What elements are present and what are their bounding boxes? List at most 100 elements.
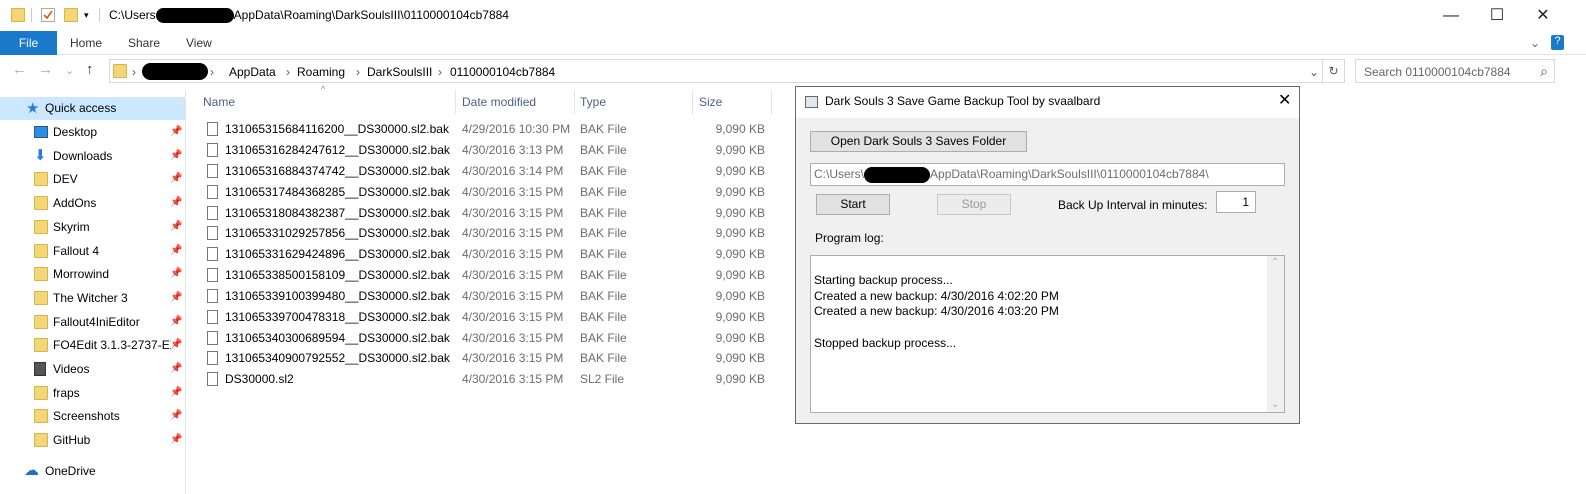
file-icon [207, 289, 218, 303]
tab-file[interactable]: File [0, 31, 57, 55]
scroll-up-icon[interactable]: ⌃ [1271, 257, 1279, 268]
file-row[interactable]: 131065331029257856__DS30000.sl2.bak 4/30/… [188, 223, 778, 244]
column-header-date-modified[interactable]: Date modified [462, 95, 536, 109]
column-header-name[interactable]: Name [203, 95, 235, 109]
sidebar-item-fallout-4[interactable]: Fallout 4 📌 [0, 240, 185, 263]
column-header-size[interactable]: Size [699, 95, 722, 109]
scroll-down-icon[interactable]: ⌄ [1271, 399, 1279, 410]
breadcrumb-separator: › [132, 65, 136, 79]
sidebar-item-the-witcher-3[interactable]: The Witcher 3 📌 [0, 287, 185, 310]
properties-icon[interactable] [41, 8, 55, 22]
pin-icon[interactable]: 📌 [170, 363, 182, 374]
pin-icon[interactable]: 📌 [170, 292, 182, 303]
tab-home[interactable]: Home [70, 31, 102, 55]
file-row[interactable]: 131065339100399480__DS30000.sl2.bak 4/30/… [188, 286, 778, 307]
sidebar-item-desktop[interactable]: Desktop 📌 [0, 121, 185, 144]
close-button[interactable]: ✕ [1520, 0, 1566, 31]
stop-button[interactable]: Stop [937, 194, 1011, 215]
column-divider[interactable] [455, 90, 456, 114]
customize-toolbar-icon[interactable]: ▾ [84, 10, 98, 24]
breadcrumb-appdata[interactable]: AppData [229, 65, 276, 79]
sidebar-item-downloads[interactable]: ⬇ Downloads 📌 [0, 145, 185, 168]
sidebar-item-skyrim[interactable]: Skyrim 📌 [0, 216, 185, 239]
start-button[interactable]: Start [816, 194, 890, 215]
file-row[interactable]: 131065338500158109__DS30000.sl2.bak 4/30/… [188, 265, 778, 286]
recent-locations-icon[interactable]: ⌄ [65, 64, 74, 77]
file-row[interactable]: 131065339700478318__DS30000.sl2.bak 4/30/… [188, 307, 778, 328]
new-folder-icon[interactable] [64, 8, 78, 22]
file-row[interactable]: 131065316884374742__DS30000.sl2.bak 4/30/… [188, 161, 778, 182]
pin-icon[interactable]: 📌 [170, 150, 182, 161]
file-type: SL2 File [580, 372, 625, 386]
tab-share[interactable]: Share [128, 31, 160, 55]
pin-icon[interactable]: 📌 [170, 126, 182, 137]
refresh-button[interactable]: ↻ [1323, 59, 1345, 83]
expand-ribbon-icon[interactable]: ⌄ [1530, 31, 1540, 55]
log-line: Created a new backup: 4/30/2016 4:03:20 … [814, 304, 1059, 318]
column-divider[interactable] [771, 90, 772, 114]
minimize-button[interactable]: — [1428, 0, 1474, 31]
file-date: 4/30/2016 3:14 PM [462, 164, 564, 178]
search-input[interactable]: Search 0110000104cb7884 ⌕ [1355, 59, 1555, 83]
program-log[interactable]: Starting backup process... Created a new… [810, 255, 1285, 413]
log-scrollbar[interactable]: ⌃ ⌄ [1267, 256, 1284, 412]
sidebar-item-fo4edit[interactable]: FO4Edit 3.1.3-2737-EX 📌 [0, 334, 185, 357]
open-saves-folder-button[interactable]: Open Dark Souls 3 Saves Folder [810, 131, 1027, 152]
pin-icon[interactable]: 📌 [170, 316, 182, 327]
help-icon[interactable]: ? [1551, 35, 1564, 50]
file-row[interactable]: 131065317484368285__DS30000.sl2.bak 4/30/… [188, 182, 778, 203]
forward-button[interactable]: → [38, 61, 53, 78]
pin-icon[interactable]: 📌 [170, 387, 182, 398]
sidebar-item-screenshots[interactable]: Screenshots 📌 [0, 405, 185, 428]
pin-icon[interactable]: 📌 [170, 221, 182, 232]
file-type: BAK File [580, 247, 627, 261]
sidebar-item-fraps[interactable]: fraps 📌 [0, 382, 185, 405]
breadcrumb-darksoulsiii[interactable]: DarkSoulsIII [367, 65, 432, 79]
column-header-type[interactable]: Type [580, 95, 606, 109]
file-row[interactable]: 131065340900792552__DS30000.sl2.bak 4/30/… [188, 348, 778, 369]
sidebar-item-addons[interactable]: AddOns 📌 [0, 192, 185, 215]
pin-icon[interactable]: 📌 [170, 339, 182, 350]
file-row[interactable]: DS30000.sl2 4/30/2016 3:15 PM SL2 File 9,09… [188, 369, 778, 390]
file-row[interactable]: 131065318084382387__DS30000.sl2.bak 4/30/… [188, 203, 778, 224]
tab-view[interactable]: View [186, 31, 212, 55]
sidebar-item-videos[interactable]: Videos 📌 [0, 358, 185, 381]
column-divider[interactable] [574, 90, 575, 114]
pin-icon[interactable]: 📌 [170, 245, 182, 256]
dialog-close-button[interactable]: ✕ [1278, 90, 1291, 110]
pin-icon[interactable]: 📌 [170, 434, 182, 445]
sidebar-item-fallout4inieditor[interactable]: Fallout4IniEditor 📌 [0, 311, 185, 334]
file-type: BAK File [580, 143, 627, 157]
address-bar[interactable]: › › AppData › Roaming › DarkSoulsIII › 0… [109, 59, 1323, 83]
maximize-button[interactable]: ☐ [1474, 0, 1520, 31]
sidebar-item-onedrive[interactable]: ☁ OneDrive [0, 460, 185, 483]
pin-icon[interactable]: 📌 [170, 410, 182, 421]
interval-input[interactable]: 1 [1216, 191, 1256, 213]
sidebar-item-quick-access[interactable]: ★ Quick access [0, 97, 185, 120]
file-name: 131065316884374742__DS30000.sl2.bak [225, 164, 450, 178]
sidebar-item-github[interactable]: GitHub 📌 [0, 429, 185, 452]
file-size: 9,090 KB [715, 226, 765, 240]
up-button[interactable]: ↑ [86, 61, 94, 78]
folder-icon [34, 315, 48, 329]
file-row[interactable]: 131065315684116200__DS30000.sl2.bak 4/29/… [188, 119, 778, 140]
file-row[interactable]: 131065340300689594__DS30000.sl2.bak 4/30/… [188, 328, 778, 349]
file-icon [207, 351, 218, 365]
pin-icon[interactable]: 📌 [170, 268, 182, 279]
sidebar-item-dev[interactable]: DEV 📌 [0, 168, 185, 191]
breadcrumb-roaming[interactable]: Roaming [297, 65, 345, 79]
file-row[interactable]: 131065316284247612__DS30000.sl2.bak 4/30/… [188, 140, 778, 161]
column-divider[interactable] [692, 90, 693, 114]
pin-icon[interactable]: 📌 [170, 197, 182, 208]
sidebar-item-label: The Witcher 3 [53, 291, 128, 305]
dialog-title: Dark Souls 3 Save Game Backup Tool by sv… [825, 94, 1101, 108]
pin-icon[interactable]: 📌 [170, 173, 182, 184]
saves-path-field[interactable]: C:\Users\ AppData\Roaming\DarkSoulsIII\01… [810, 163, 1285, 186]
sidebar-item-morrowind[interactable]: Morrowind 📌 [0, 263, 185, 286]
back-button[interactable]: ← [12, 61, 27, 78]
address-dropdown-icon[interactable]: ⌄ [1309, 65, 1319, 79]
breadcrumb-current-folder[interactable]: 0110000104cb7884 [450, 65, 555, 79]
file-icon [207, 122, 218, 136]
folder-icon [113, 64, 127, 78]
file-row[interactable]: 131065331629424896__DS30000.sl2.bak 4/30/… [188, 244, 778, 265]
